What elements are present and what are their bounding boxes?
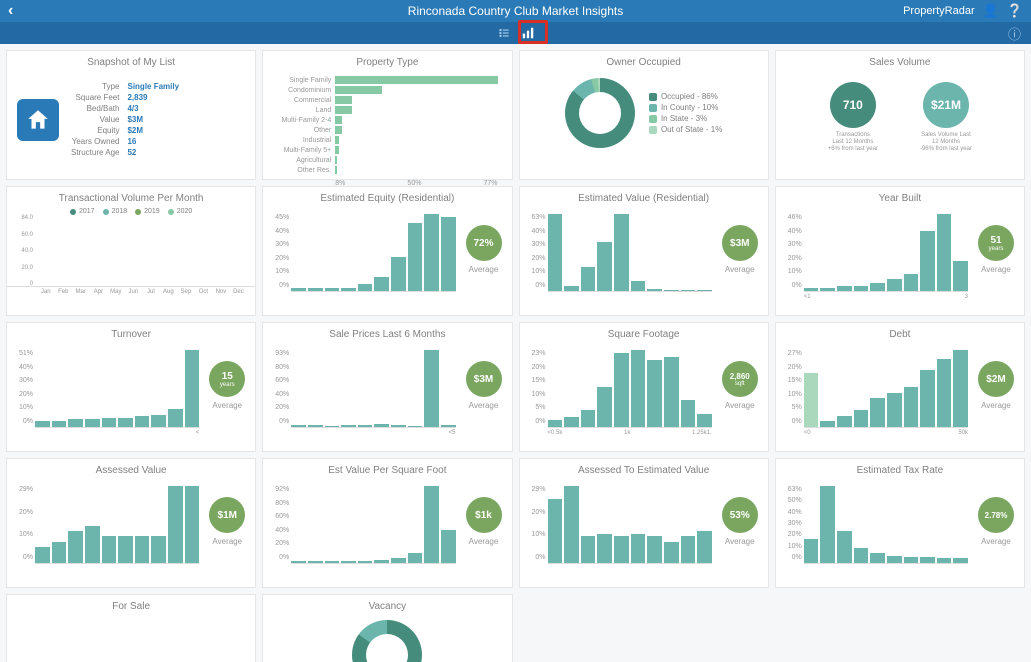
info-icon[interactable]: ⓘ xyxy=(1008,24,1021,43)
card-for-sale[interactable]: For Sale xyxy=(6,594,256,662)
house-icon xyxy=(17,99,59,141)
snapshot-table: TypeSingle Family Square Feet2,839 Bed/B… xyxy=(69,80,181,159)
card-title: Snapshot of My List xyxy=(7,51,255,72)
toolbar: ⓘ xyxy=(0,22,1031,44)
toolbar-insights-icon[interactable] xyxy=(517,24,539,42)
card-assessed-to-est[interactable]: Assessed To Estimated Value 29%20%10%0% … xyxy=(519,458,769,588)
card-property-type[interactable]: Property Type Single FamilyCondominiumCo… xyxy=(262,50,512,180)
card-vacancy[interactable]: Vacancy xyxy=(262,594,512,662)
card-sale-prices[interactable]: Sale Prices Last 6 Months 93%80%60%40%20… xyxy=(262,322,512,452)
average-bubble: 72% Average xyxy=(466,225,502,274)
vacancy-donut-icon xyxy=(352,620,422,662)
user-icon[interactable]: 👤 xyxy=(983,3,999,19)
card-transactional-volume[interactable]: Transactional Volume Per Month 201720182… xyxy=(6,186,256,316)
card-estimated-equity[interactable]: Estimated Equity (Residential) 45%40%30%… xyxy=(262,186,512,316)
card-year-built[interactable]: Year Built 46%40%30%20%10%0% <13 51years… xyxy=(775,186,1025,316)
donut-chart-icon xyxy=(565,78,635,148)
card-sales-volume[interactable]: Sales Volume 710 TransactionsLast 12 Mon… xyxy=(775,50,1025,180)
back-button[interactable]: ‹ xyxy=(8,2,13,20)
card-snapshot[interactable]: Snapshot of My List TypeSingle Family Sq… xyxy=(6,50,256,180)
card-owner-occupied[interactable]: Owner Occupied Occupied - 86%In County -… xyxy=(519,50,769,180)
toolbar-list-icon[interactable] xyxy=(493,24,515,42)
header-right: PropertyRadar 👤 ❔ xyxy=(903,3,1023,19)
card-debt[interactable]: Debt 27%20%15%10%5%0%<050k $2MAverage xyxy=(775,322,1025,452)
card-est-value-sqft[interactable]: Est Value Per Square Foot 92%80%60%40%20… xyxy=(262,458,512,588)
card-turnover[interactable]: Turnover 51%40%30%20%10%0%< 15yearsAvera… xyxy=(6,322,256,452)
help-icon[interactable]: ❔ xyxy=(1007,3,1023,19)
brand-label: PropertyRadar xyxy=(903,5,975,17)
card-sqft[interactable]: Square Footage 23%20%15%10%5%0%<0.5k1k1.… xyxy=(519,322,769,452)
card-estimated-value[interactable]: Estimated Value (Residential) 63%40%30%2… xyxy=(519,186,769,316)
app-header: ‹ Rinconada Country Club Market Insights… xyxy=(0,0,1031,22)
card-tax-rate[interactable]: Estimated Tax Rate 63%50%40%30%20%10%0% … xyxy=(775,458,1025,588)
page-title: Rinconada Country Club Market Insights xyxy=(0,4,1031,18)
dashboard-grid: Snapshot of My List TypeSingle Family Sq… xyxy=(0,44,1031,662)
card-assessed-value[interactable]: Assessed Value 29%20%10%0% $1MAverage xyxy=(6,458,256,588)
